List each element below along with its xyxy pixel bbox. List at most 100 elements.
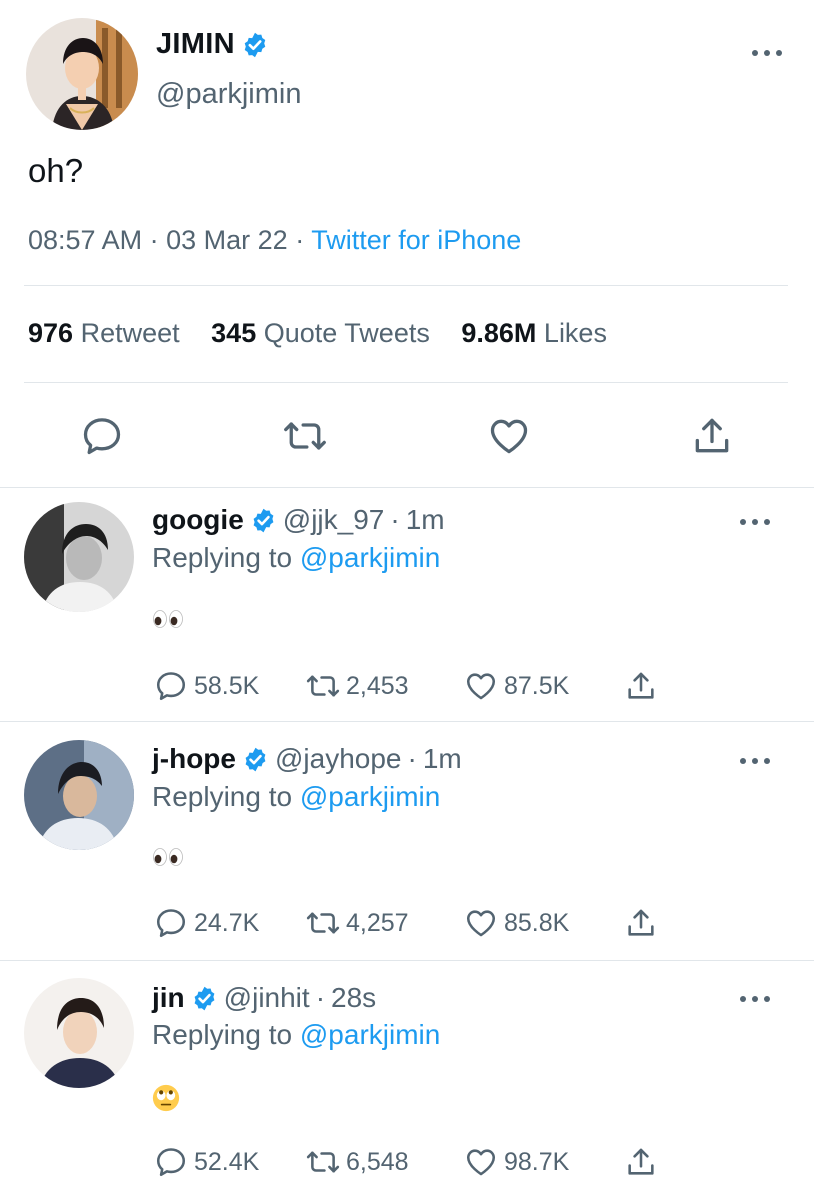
reply-action-bar: 24.7K 4,257 85.8K: [154, 906, 658, 940]
share-icon[interactable]: [624, 1145, 658, 1179]
divider: [0, 721, 814, 722]
reply-action-bar: 58.5K 2,453 87.5K: [154, 669, 658, 703]
reply-avatar[interactable]: [24, 740, 134, 850]
main-author-handle[interactable]: @parkjimin: [156, 78, 301, 111]
tweet-time[interactable]: 08:57 AM: [28, 225, 142, 255]
retweet-action[interactable]: 2,453: [306, 669, 464, 703]
reply-action[interactable]: 24.7K: [154, 906, 306, 940]
reply-time[interactable]: 1m: [423, 743, 462, 775]
like-count: 85.8K: [504, 908, 570, 937]
retweet-count: 6,548: [346, 1147, 409, 1176]
display-name: JIMIN: [156, 28, 235, 60]
reply-handle[interactable]: @jayhope: [275, 743, 402, 775]
likes-count: 9.86M: [461, 318, 537, 348]
separator-dot: ·: [149, 225, 167, 255]
like-count: 98.7K: [504, 1147, 570, 1176]
verified-badge-icon: [250, 507, 277, 534]
like-action[interactable]: 87.5K: [464, 669, 624, 703]
like-icon[interactable]: [487, 414, 531, 458]
replying-to: Replying to @parkjimin: [152, 781, 440, 813]
retweet-icon: [306, 1145, 340, 1179]
reply-handle[interactable]: @jinhit: [224, 982, 310, 1014]
verified-badge-icon: [242, 746, 269, 773]
share-icon[interactable]: [690, 414, 734, 458]
retweet-action[interactable]: 4,257: [306, 906, 464, 940]
reply-action-bar: 52.4K 6,548 98.7K: [154, 1145, 658, 1179]
tweet-metadata: 08:57 AM · 03 Mar 22 · Twitter for iPhon…: [28, 225, 521, 256]
reply-icon: [154, 906, 188, 940]
retweet-icon: [306, 669, 340, 703]
tweet-stats: 976 Retweet 345 Quote Tweets 9.86M Likes: [28, 318, 607, 349]
divider: [0, 960, 814, 961]
like-count: 87.5K: [504, 671, 570, 700]
more-options-icon[interactable]: [752, 46, 782, 60]
like-icon: [464, 1145, 498, 1179]
reply-display-name[interactable]: j-hope: [152, 743, 236, 775]
more-options-icon[interactable]: [740, 754, 770, 768]
quote-count: 345: [211, 318, 257, 348]
eyes-emoji: [152, 608, 184, 630]
reply-header: googie @jjk_97 · 1m: [152, 504, 445, 536]
share-icon[interactable]: [624, 669, 658, 703]
replying-to-handle[interactable]: @parkjimin: [300, 781, 440, 812]
reply-action[interactable]: 58.5K: [154, 669, 306, 703]
reply-count: 24.7K: [194, 908, 260, 937]
divider: [24, 382, 788, 383]
verified-badge-icon: [191, 985, 218, 1012]
replying-to-handle[interactable]: @parkjimin: [300, 1019, 440, 1050]
main-avatar[interactable]: [26, 18, 138, 130]
retweet-count: 2,453: [346, 671, 409, 700]
share-icon[interactable]: [624, 906, 658, 940]
separator-dot: ·: [407, 743, 417, 774]
like-action[interactable]: 98.7K: [464, 1145, 624, 1179]
replying-to-handle[interactable]: @parkjimin: [300, 542, 440, 573]
rolling-eyes-emoji: [152, 1084, 180, 1112]
quote-label: Quote Tweets: [263, 318, 430, 348]
reply-handle[interactable]: @jjk_97: [283, 504, 385, 536]
reply-count: 52.4K: [194, 1147, 260, 1176]
separator-dot: ·: [295, 225, 312, 255]
like-icon: [464, 669, 498, 703]
retweet-stat[interactable]: 976 Retweet: [28, 318, 180, 348]
tweet-date[interactable]: 03 Mar 22: [166, 225, 288, 255]
replying-prefix: Replying to: [152, 781, 293, 812]
quote-stat[interactable]: 345 Quote Tweets: [211, 318, 430, 348]
more-options-icon[interactable]: [740, 515, 770, 529]
separator-dot: ·: [390, 504, 400, 535]
reply-display-name[interactable]: googie: [152, 504, 244, 536]
reply-icon: [154, 1145, 188, 1179]
reply-header: jin @jinhit · 28s: [152, 982, 376, 1014]
main-author-name[interactable]: JIMIN: [156, 28, 269, 61]
eyes-emoji: [152, 846, 184, 868]
reply-time[interactable]: 28s: [331, 982, 376, 1014]
reply-avatar[interactable]: [24, 978, 134, 1088]
reply-action[interactable]: 52.4K: [154, 1145, 306, 1179]
reply-time[interactable]: 1m: [406, 504, 445, 536]
separator-dot: ·: [315, 982, 326, 1013]
retweet-label: Retweet: [80, 318, 180, 348]
more-options-icon[interactable]: [740, 992, 770, 1006]
replying-prefix: Replying to: [152, 542, 293, 573]
retweet-icon: [306, 906, 340, 940]
likes-stat[interactable]: 9.86M Likes: [461, 318, 607, 348]
retweet-action[interactable]: 6,548: [306, 1145, 464, 1179]
like-action[interactable]: 85.8K: [464, 906, 624, 940]
retweet-count: 976: [28, 318, 74, 348]
reply-header: j-hope @jayhope · 1m: [152, 743, 462, 775]
retweet-count: 4,257: [346, 908, 409, 937]
divider: [24, 285, 788, 286]
like-icon: [464, 906, 498, 940]
reply-avatar[interactable]: [24, 502, 134, 612]
likes-label: Likes: [543, 318, 607, 348]
divider: [0, 487, 814, 488]
reply-icon: [154, 669, 188, 703]
tweet-text: oh?: [28, 152, 84, 189]
reply-display-name[interactable]: jin: [152, 982, 185, 1014]
replying-to: Replying to @parkjimin: [152, 1019, 440, 1051]
reply-icon[interactable]: [80, 414, 124, 458]
replying-to: Replying to @parkjimin: [152, 542, 440, 574]
tweet-source[interactable]: Twitter for iPhone: [311, 225, 521, 255]
retweet-icon[interactable]: [283, 414, 327, 458]
reply-count: 58.5K: [194, 671, 260, 700]
replying-prefix: Replying to: [152, 1019, 293, 1050]
